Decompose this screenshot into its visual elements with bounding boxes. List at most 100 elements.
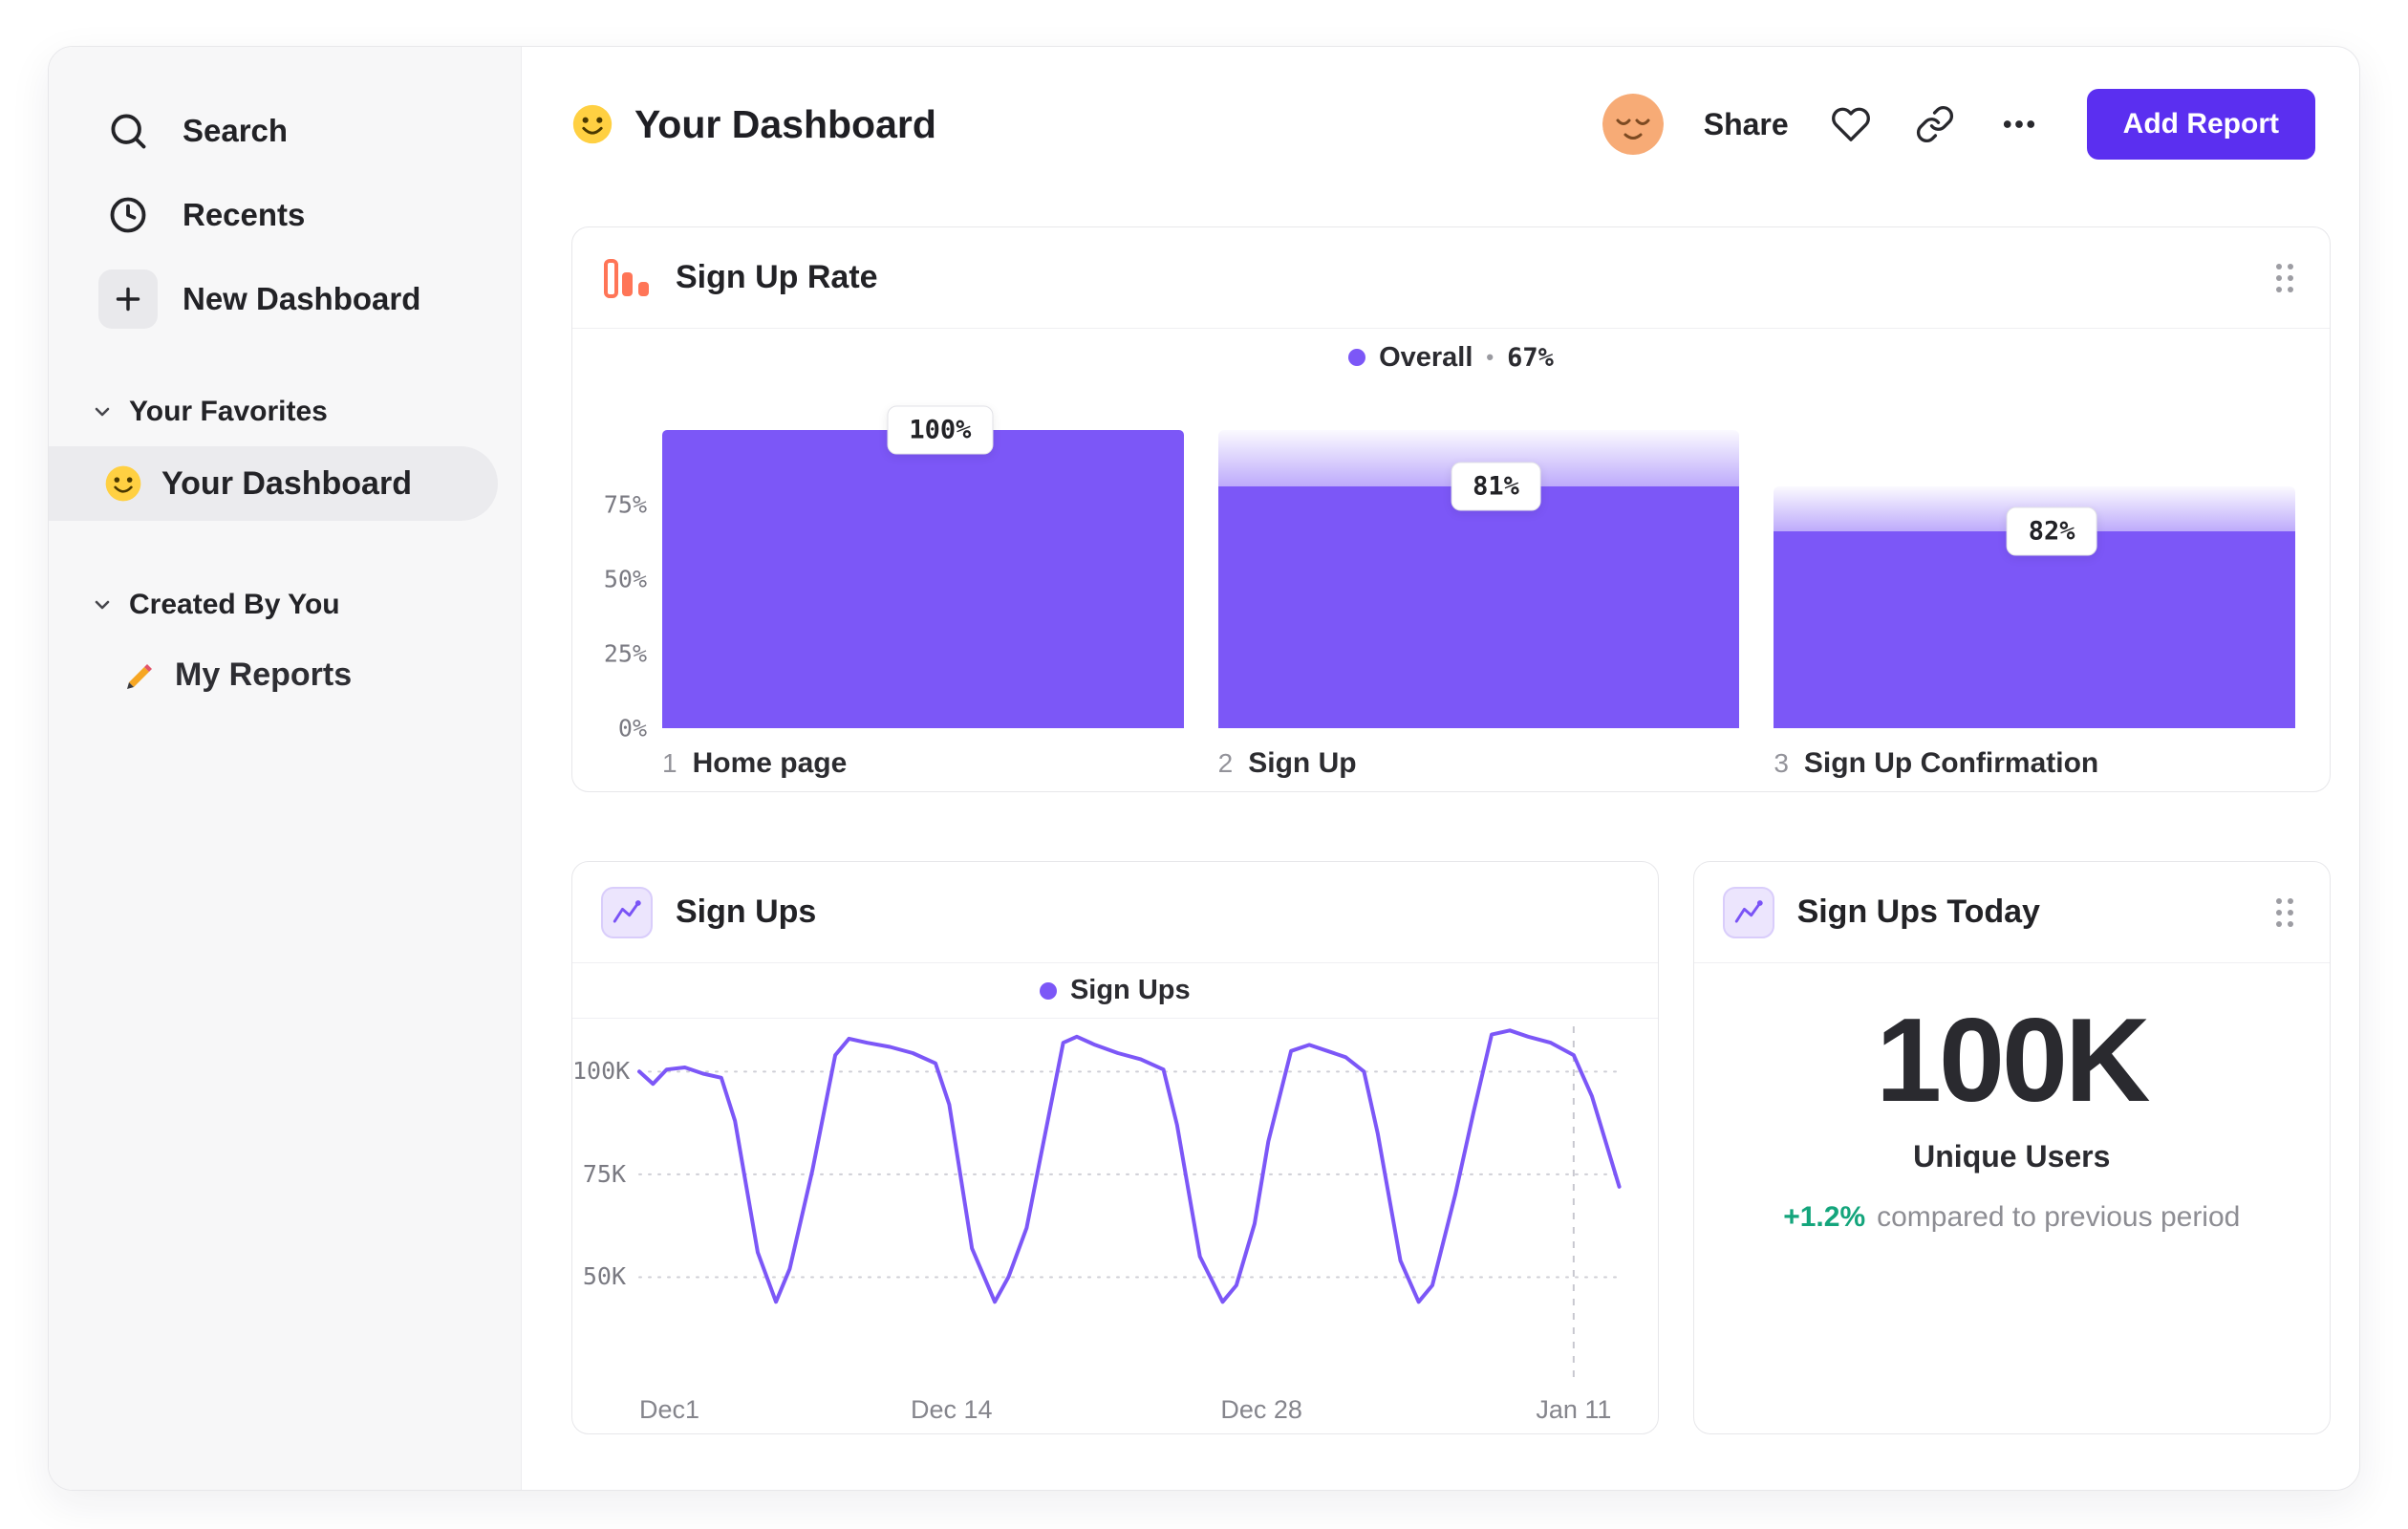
funnel-step-number: 1 <box>662 748 677 778</box>
legend-dot <box>1348 349 1366 366</box>
title-group: Your Dashboard <box>571 102 936 147</box>
line-legend: Sign Ups <box>572 963 1658 1019</box>
header-actions: Share Add Report <box>1602 89 2315 160</box>
funnel-step-name: Sign Up Confirmation <box>1803 747 2099 779</box>
legend-separator: • <box>1486 345 1494 369</box>
funnel-chart-icon <box>601 252 653 304</box>
sidebar: Search Recents New Dashboard Your Favori… <box>49 47 522 1490</box>
card-title: Sign Ups <box>676 894 817 930</box>
app-window: Search Recents New Dashboard Your Favori… <box>48 46 2360 1491</box>
sidebar-section-created-by-you: Created By You My Reports <box>49 578 521 710</box>
relieved-face-emoji-icon <box>1602 94 1664 155</box>
legend-dot <box>1039 981 1057 1000</box>
line-x-tick: Dec1 <box>639 1395 700 1424</box>
funnel-y-tick: 0% <box>617 714 647 743</box>
funnel-bars: 100% 81% 82% <box>662 405 2296 728</box>
funnel-categories: 1 Home page 2 Sign Up 3 Sign Up Confirmation <box>572 728 2330 780</box>
delta-note: compared to previous period <box>1877 1201 2241 1234</box>
big-number-body: 100K Unique Users +1.2% compared to prev… <box>1694 963 2330 1433</box>
avatar[interactable] <box>1602 94 1664 155</box>
chevron-down-icon <box>95 600 110 610</box>
sidebar-item-search[interactable]: Search <box>49 89 521 173</box>
plus-icon <box>98 269 158 329</box>
link-icon[interactable] <box>1913 102 1957 146</box>
signup-rate-card-header: Sign Up Rate <box>572 227 2330 329</box>
funnel-step-number: 3 <box>1774 748 1789 778</box>
sidebar-item-label: Search <box>183 113 289 148</box>
chevron-down-icon <box>95 407 110 417</box>
card-title: Sign Ups Today <box>1796 894 2040 930</box>
drag-handle-icon[interactable] <box>2268 256 2301 300</box>
sign-ups-today-card-header: Sign Ups Today <box>1693 862 2330 963</box>
funnel-step-label: 3 Sign Up Confirmation <box>1774 747 2295 780</box>
add-report-button[interactable]: Add Report <box>2086 89 2315 160</box>
line-x-tick: Dec 14 <box>910 1395 993 1424</box>
funnel-bar-fill <box>1217 486 1740 728</box>
big-number-label: Unique Users <box>1913 1139 2111 1174</box>
more-icon[interactable] <box>1997 102 2041 146</box>
funnel-y-axis: 75% 50% 25% 0% <box>590 430 662 743</box>
line-chart-icon <box>601 886 653 938</box>
funnel-step-name: Sign Up <box>1248 747 1357 779</box>
legend-value: 67% <box>1507 342 1554 373</box>
sidebar-item-new-dashboard[interactable]: New Dashboard <box>49 257 521 341</box>
drag-handle-icon[interactable] <box>2268 891 2301 935</box>
dashboard-content: Sign Up Rate Overall • 67% 75% 50% 25% 0% 1… <box>522 202 2359 1490</box>
funnel-chart: 75% 50% 25% 0% 100% 81% 82% <box>572 405 2330 743</box>
line-chart: 100K 75K 50K Dec1 Dec 14 Dec 28 Jan 11 <box>572 1019 1658 1433</box>
funnel-step-number: 2 <box>1217 748 1234 778</box>
favorites-section-header[interactable]: Your Favorites <box>49 385 521 439</box>
funnel-step-name: Home page <box>692 747 848 779</box>
funnel-bar[interactable]: 100% <box>662 405 1184 728</box>
card-title: Sign Up Rate <box>676 259 878 295</box>
line-plot[interactable]: Dec1 Dec 14 Dec 28 Jan 11 <box>639 1026 1620 1424</box>
search-icon <box>98 101 158 161</box>
sign-ups-card: Sign Ups Sign Ups 100K 75K 50K Dec1 Dec 14 D… <box>571 861 1659 1434</box>
main-area: Your Dashboard Share Add Report Sign Up … <box>522 47 2359 1490</box>
sidebar-item-my-reports[interactable]: My Reports <box>49 639 521 710</box>
line-y-tick: 75K <box>582 1159 626 1188</box>
sidebar-item-your-dashboard[interactable]: Your Dashboard <box>49 446 498 521</box>
legend-label: Sign Ups <box>1069 975 1191 1005</box>
bottom-row: Sign Ups Sign Ups 100K 75K 50K Dec1 Dec 14 D… <box>571 861 2331 1434</box>
funnel-y-tick: 50% <box>603 565 647 593</box>
sign-ups-today-card: Sign Ups Today 100K Unique Users +1.2% c… <box>1692 861 2331 1434</box>
line-y-tick: 50K <box>582 1262 626 1291</box>
heart-icon[interactable] <box>1829 102 1873 146</box>
created-by-you-section-header[interactable]: Created By You <box>49 578 521 632</box>
funnel-value-chip: 100% <box>887 405 994 455</box>
signup-rate-card: Sign Up Rate Overall • 67% 75% 50% 25% 0% 1… <box>571 226 2331 792</box>
funnel-value-chip: 82% <box>2006 506 2097 556</box>
delta-row: +1.2% compared to previous period <box>1783 1201 2240 1234</box>
line-chart-svg[interactable] <box>639 1026 1620 1380</box>
delta-value: +1.2% <box>1783 1201 1866 1234</box>
legend-label: Overall <box>1379 341 1473 373</box>
dashboard-header: Your Dashboard Share Add Report <box>522 47 2359 202</box>
clock-icon <box>98 185 158 245</box>
funnel-bar-fill <box>662 430 1184 728</box>
line-y-tick: 100K <box>572 1057 631 1086</box>
line-x-tick: Dec 28 <box>1220 1395 1302 1424</box>
sidebar-item-recents[interactable]: Recents <box>49 173 521 257</box>
smiley-emoji-icon <box>572 104 613 144</box>
funnel-y-tick: 75% <box>603 490 647 519</box>
funnel-step-label: 2 Sign Up <box>1218 747 1740 780</box>
funnel-bar[interactable]: 82% <box>1774 430 2296 728</box>
pencil-emoji-icon <box>127 664 152 689</box>
line-x-tick: Jan 11 <box>1536 1395 1612 1424</box>
section-label: Created By You <box>129 589 340 620</box>
share-button[interactable]: Share <box>1704 107 1789 142</box>
sidebar-section-favorites: Your Favorites Your Dashboard <box>49 385 521 521</box>
funnel-bar[interactable]: 81% <box>1217 430 1740 728</box>
sidebar-item-label: Your Dashboard <box>161 464 412 502</box>
page-title: Your Dashboard <box>634 101 936 146</box>
funnel-legend: Overall • 67% <box>572 329 2330 386</box>
funnel-bar-fill <box>1774 531 2296 728</box>
big-number-value: 100K <box>1876 995 2150 1127</box>
funnel-value-chip: 81% <box>1451 462 1541 511</box>
funnel-step-label: 1 Home page <box>662 747 1184 780</box>
funnel-y-tick: 25% <box>603 639 647 668</box>
sign-ups-card-header: Sign Ups <box>572 862 1658 963</box>
sidebar-item-label: Recents <box>183 197 306 232</box>
line-chart-icon <box>1722 886 1774 938</box>
